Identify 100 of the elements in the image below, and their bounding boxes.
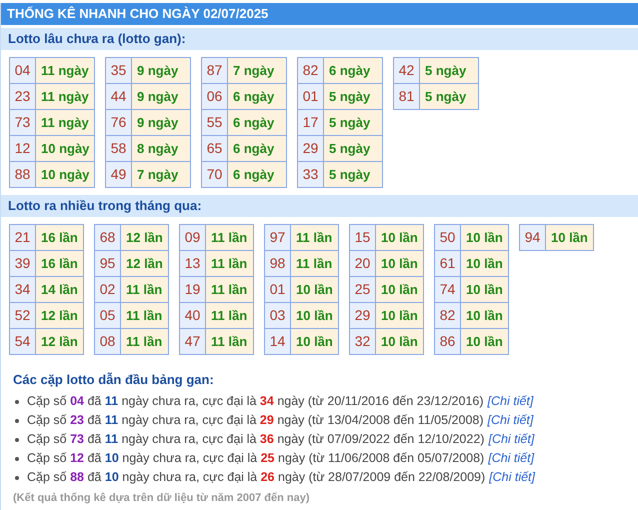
number-cell: 15 (350, 224, 376, 250)
number-cell: 05 (94, 302, 120, 328)
detail-link[interactable]: [Chi tiết] (488, 449, 534, 468)
bullet-icon (15, 438, 19, 442)
count-cell: 11 lần (290, 250, 338, 276)
count-cell: 11 lần (120, 328, 168, 354)
number-cell: 74 (434, 276, 460, 302)
detail-link[interactable]: [Chi tiết] (488, 430, 534, 449)
number-cell: 32 (350, 328, 376, 354)
count-cell: 12 lần (120, 224, 168, 250)
count-cell: 5 ngày (324, 84, 382, 110)
count-cell: 9 ngày (132, 58, 190, 84)
section-heading: Lotto ra nhiều trong tháng qua: (1, 195, 638, 217)
number-cell: 88 (10, 162, 36, 188)
count-cell: 5 ngày (324, 162, 382, 188)
number-cell: 40 (180, 302, 206, 328)
number-cell: 03 (264, 302, 290, 328)
number-cell: 01 (298, 84, 324, 110)
number-cell: 06 (202, 84, 228, 110)
number-cell: 34 (10, 276, 36, 302)
count-cell: 10 lần (460, 224, 508, 250)
number-cell: 08 (94, 328, 120, 354)
leader-sentence: Cặp số 23 đã 11 ngày chưa ra, cực đại là 29 ngày (từ 13/04/2008 đến 11/05/2008) (27, 412, 484, 429)
count-cell: 7 ngày (228, 58, 286, 84)
detail-link[interactable]: [Chi tiết] (488, 411, 534, 430)
number-cell: 52 (10, 302, 36, 328)
number-cell: 82 (298, 58, 324, 84)
count-cell: 5 ngày (324, 110, 382, 136)
detail-link[interactable]: [Chi tiết] (488, 392, 534, 411)
number-cell: 65 (202, 136, 228, 162)
number-cell: 17 (298, 110, 324, 136)
count-cell: 8 ngày (132, 136, 190, 162)
number-cell: 82 (434, 302, 460, 328)
count-cell: 11 ngày (36, 110, 94, 136)
leader-sentence: Cặp số 73 đã 11 ngày chưa ra, cực đại là 36 ngày (từ 07/09/2022 đến 12/10/2022) (27, 431, 484, 448)
count-cell: 11 lần (120, 276, 168, 302)
count-cell: 16 lần (36, 224, 84, 250)
number-cell: 70 (202, 162, 228, 188)
leader-sentence: Cặp số 12 đã 10 ngày chưa ra, cực đại là 25 ngày (từ 11/06/2008 đến 05/07/2008) (27, 450, 484, 467)
count-cell: 6 ngày (228, 162, 286, 188)
count-cell: 6 ngày (228, 110, 286, 136)
detail-link[interactable]: [Chi tiết] (489, 468, 536, 487)
count-cell: 11 ngày (36, 58, 94, 84)
number-cell: 20 (350, 250, 376, 276)
leader-sentence: Cặp số 04 đã 11 ngày chưa ra, cực đại là 34 ngày (từ 20/11/2016 đến 23/12/2016) (27, 393, 484, 410)
number-cell: 29 (298, 136, 324, 162)
count-cell: 10 lần (376, 276, 424, 302)
number-cell: 35 (106, 58, 132, 84)
number-cell: 54 (10, 328, 36, 354)
number-cell: 25 (350, 276, 376, 302)
number-cell: 68 (94, 224, 120, 250)
count-cell: 11 lần (290, 224, 338, 250)
count-cell: 10 lần (376, 224, 424, 250)
number-cell: 12 (10, 136, 36, 162)
number-cell: 73 (10, 110, 36, 136)
section-heading: Các cặp lotto dẫn đầu bảng gan: (13, 371, 215, 389)
count-cell: 11 lần (206, 276, 254, 302)
number-cell: 23 (10, 84, 36, 110)
number-cell: 33 (298, 162, 324, 188)
number-cell: 49 (106, 162, 132, 188)
number-cell: 95 (94, 250, 120, 276)
count-cell: 10 lần (376, 250, 424, 276)
count-cell: 12 lần (36, 328, 84, 354)
number-cell: 01 (264, 276, 290, 302)
number-cell: 39 (10, 250, 36, 276)
count-cell: 12 lần (120, 250, 168, 276)
number-cell: 76 (106, 110, 132, 136)
count-cell: 6 ngày (228, 136, 286, 162)
count-cell: 10 lần (460, 302, 508, 328)
count-cell: 6 ngày (228, 84, 286, 110)
number-cell: 61 (434, 250, 460, 276)
number-cell: 14 (264, 328, 290, 354)
count-cell: 10 lần (546, 224, 594, 250)
count-cell: 9 ngày (132, 84, 190, 110)
number-cell: 47 (180, 328, 206, 354)
count-cell: 11 lần (206, 328, 254, 354)
footnote: (Kết quả thống kê dựa trên dữ liệu từ năm 2007 đến nay) (13, 491, 311, 506)
count-cell: 10 lần (376, 302, 424, 328)
number-cell: 81 (394, 84, 420, 110)
count-cell: 10 ngày (36, 162, 94, 188)
count-cell: 11 lần (120, 302, 168, 328)
count-cell: 11 lần (206, 250, 254, 276)
number-cell: 86 (434, 328, 460, 354)
count-cell: 12 lần (36, 302, 84, 328)
count-cell: 11 lần (206, 224, 254, 250)
number-cell: 50 (434, 224, 460, 250)
number-cell: 19 (180, 276, 206, 302)
number-cell: 87 (202, 58, 228, 84)
bullet-icon (15, 400, 19, 404)
count-cell: 10 lần (290, 276, 338, 302)
number-cell: 55 (202, 110, 228, 136)
count-cell: 11 lần (206, 302, 254, 328)
number-cell: 13 (180, 250, 206, 276)
number-cell: 98 (264, 250, 290, 276)
count-cell: 5 ngày (420, 58, 478, 84)
bullet-icon (15, 476, 19, 480)
count-cell: 14 lần (36, 276, 84, 302)
number-cell: 44 (106, 84, 132, 110)
number-cell: 09 (180, 224, 206, 250)
number-cell: 04 (10, 58, 36, 84)
